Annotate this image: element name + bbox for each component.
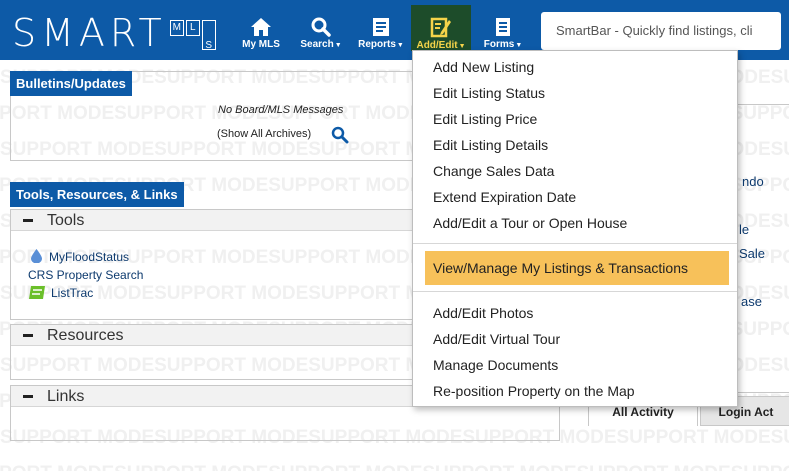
- add-edit-dropdown-menu: Add New Listing Edit Listing Status Edit…: [412, 50, 738, 407]
- no-messages-text: No Board/MLS Messages: [218, 104, 344, 116]
- nav-add-edit[interactable]: Add/Edit▼: [411, 5, 471, 51]
- collapse-icon[interactable]: [23, 334, 33, 337]
- chevron-down-icon: ▼: [334, 42, 342, 49]
- search-archives-icon[interactable]: [331, 126, 349, 144]
- tools-resources-links-title: Tools, Resources, & Links: [10, 182, 184, 207]
- bulletins-title: Bulletins/Updates: [10, 71, 132, 96]
- nav-my-mls-label: My MLS: [242, 39, 280, 50]
- menu-add-edit-photos[interactable]: Add/Edit Photos: [433, 305, 533, 321]
- menu-manage-documents[interactable]: Manage Documents: [433, 357, 558, 373]
- document-icon: [496, 18, 510, 36]
- smartbar-search-input[interactable]: SmartBar - Quickly find listings, cli: [541, 12, 781, 50]
- collapse-icon[interactable]: [23, 219, 33, 222]
- right-column-text-4[interactable]: ase: [741, 294, 762, 309]
- menu-edit-listing-status[interactable]: Edit Listing Status: [433, 85, 545, 101]
- listtrac-icon: [29, 286, 45, 299]
- menu-edit-listing-details[interactable]: Edit Listing Details: [433, 137, 548, 153]
- menu-edit-listing-price[interactable]: Edit Listing Price: [433, 111, 537, 127]
- show-archives-link[interactable]: (Show All Archives): [217, 128, 311, 140]
- nav-forms-label: Forms▼: [483, 39, 523, 50]
- right-panel-divider: [738, 104, 789, 105]
- report-icon: [373, 18, 389, 36]
- smart-mls-logo[interactable]: SMART M L S: [12, 8, 216, 52]
- water-drop-icon: [31, 249, 42, 263]
- right-column-text-1[interactable]: ndo: [742, 174, 764, 189]
- nav-my-mls[interactable]: My MLS: [238, 8, 284, 50]
- chevron-down-icon: ▼: [458, 43, 466, 50]
- tool-listtrac[interactable]: ListTrac: [51, 286, 93, 300]
- menu-add-edit-tour-open-house[interactable]: Add/Edit a Tour or Open House: [433, 215, 627, 231]
- right-column-text-2[interactable]: le: [739, 222, 749, 237]
- menu-add-edit-virtual-tour[interactable]: Add/Edit Virtual Tour: [433, 331, 560, 347]
- tool-crs-property-search[interactable]: CRS Property Search: [28, 268, 143, 282]
- collapse-icon[interactable]: [23, 395, 33, 398]
- tool-myfloodstatus[interactable]: MyFloodStatus: [49, 250, 129, 264]
- home-icon: [251, 18, 271, 36]
- nav-search-label: Search▼: [300, 39, 342, 50]
- chevron-down-icon: ▼: [515, 42, 523, 49]
- menu-extend-expiration-date[interactable]: Extend Expiration Date: [433, 189, 576, 205]
- smartmls-window: SUPPORT MODESUPPORT MODESUPPORT MODESUPP…: [0, 0, 789, 471]
- logo-box-s: S: [201, 20, 216, 51]
- chevron-down-icon: ▼: [396, 42, 404, 49]
- right-column-text-3[interactable]: Sale: [739, 246, 765, 261]
- nav-reports[interactable]: Reports▼: [355, 8, 407, 50]
- search-icon: [311, 17, 331, 37]
- tools-section-label: Tools: [47, 211, 85, 229]
- nav-forms[interactable]: Forms▼: [478, 8, 528, 50]
- links-section-label: Links: [47, 387, 85, 405]
- logo-box-m: M: [169, 20, 184, 36]
- menu-divider: [413, 291, 737, 292]
- logo-box-l: L: [185, 20, 200, 36]
- menu-divider: [413, 243, 737, 244]
- menu-add-new-listing[interactable]: Add New Listing: [433, 59, 534, 75]
- watermark-row: SUPPORT MODESUPPORT MODESUPPORT MODESUPP…: [0, 456, 789, 471]
- edit-icon: [430, 17, 451, 38]
- menu-change-sales-data[interactable]: Change Sales Data: [433, 163, 554, 179]
- menu-view-manage-listings-transactions[interactable]: View/Manage My Listings & Transactions: [433, 260, 688, 276]
- menu-reposition-property-map[interactable]: Re-position Property on the Map: [433, 383, 635, 399]
- logo-text: SMART: [12, 11, 167, 55]
- logo-letter-boxes: M L S: [169, 20, 216, 51]
- nav-search[interactable]: Search▼: [296, 8, 346, 50]
- resources-section-label: Resources: [47, 326, 124, 344]
- nav-reports-label: Reports▼: [358, 39, 404, 50]
